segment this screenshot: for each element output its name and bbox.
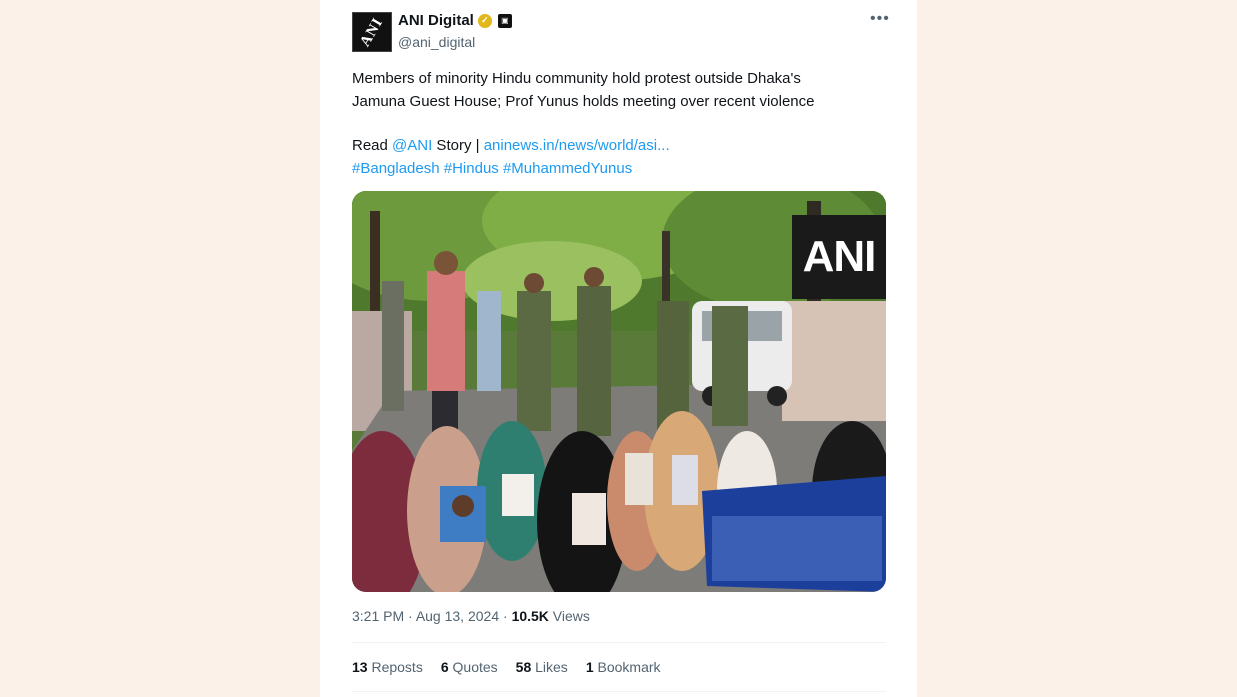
likes-label: Likes (531, 659, 568, 675)
likes-count: 58 (515, 659, 532, 675)
meta-separator-2: · (499, 608, 512, 624)
views-count: 10.5K (511, 608, 549, 624)
tweet-text-line-1: Members of minority Hindu community hold… (352, 70, 801, 87)
reposts-stat[interactable]: 13 Reposts (352, 659, 423, 675)
engagement-stats: 13 Reposts 6 Quotes 58 Likes 1 Bookmark (352, 659, 661, 675)
likes-stat[interactable]: 58 Likes (516, 659, 568, 675)
avatar-logo-text: ANI (357, 14, 387, 49)
author-avatar[interactable]: ANI (352, 12, 392, 52)
tweet-card: ANI ANI Digital ✓ ▣ @ani_digital ••• Mem… (320, 0, 917, 697)
tweet-time[interactable]: 3:21 PM (352, 608, 404, 624)
tweet-meta: 3:21 PM · Aug 13, 2024 · 10.5K Views (352, 608, 590, 624)
views-label: Views (548, 608, 590, 624)
quotes-stat[interactable]: 6 Quotes (441, 659, 498, 675)
hashtag-bangladesh[interactable]: #Bangladesh (352, 160, 440, 177)
mention-link[interactable]: @ANI (392, 137, 432, 154)
hashtag-muhammedyunus[interactable]: #MuhammedYunus (503, 160, 632, 177)
tweet-media-photo[interactable]: ANI (352, 191, 886, 592)
story-url-link[interactable]: aninews.in/news/world/asi... (484, 137, 670, 154)
author-name-row: ANI Digital ✓ ▣ (398, 12, 512, 29)
reposts-label: Reposts (367, 659, 423, 675)
bookmarks-label: Bookmark (593, 659, 661, 675)
meta-separator: · (404, 608, 416, 624)
author-display-name[interactable]: ANI Digital (398, 12, 474, 29)
tweet-text-line-2: Jamuna Guest House; Prof Yunus holds mee… (352, 92, 815, 110)
hashtag-hindus[interactable]: #Hindus (444, 160, 499, 177)
quotes-count: 6 (440, 659, 449, 675)
more-options-icon[interactable]: ••• (870, 10, 890, 28)
read-prefix: Read (352, 137, 393, 154)
affiliate-badge-icon[interactable]: ▣ (497, 13, 512, 28)
ani-watermark: ANI (792, 215, 886, 299)
bookmarks-stat[interactable]: 1 Bookmark (586, 659, 661, 675)
verified-badge-icon[interactable]: ✓ (477, 13, 492, 28)
tweet-date[interactable]: Aug 13, 2024 (416, 608, 499, 624)
reposts-count: 13 (352, 659, 368, 675)
divider-bottom (352, 691, 886, 692)
author-handle[interactable]: @ani_digital (398, 34, 475, 50)
hashtag-line: #Bangladesh #Hindus #MuhammedYunus (352, 158, 892, 181)
tweet-read-line: Read @ANI Story | aninews.in/news/world/… (352, 135, 892, 158)
divider (352, 642, 886, 643)
quotes-label: Quotes (448, 659, 498, 675)
tweet-text: Members of minority Hindu community hold… (352, 68, 892, 180)
bookmarks-count: 1 (585, 659, 594, 675)
story-label: Story | (432, 137, 484, 154)
